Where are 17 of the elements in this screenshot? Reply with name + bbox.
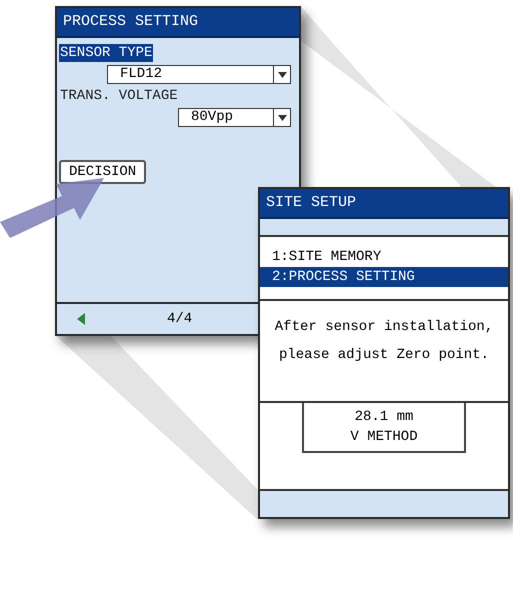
message-text: After sensor installation, bbox=[274, 318, 494, 337]
dropdown-field[interactable]: FLD12 bbox=[107, 65, 291, 84]
menu-item[interactable]: 2:PROCESS SETTING bbox=[260, 267, 508, 287]
field-label: SENSOR TYPE bbox=[59, 44, 154, 62]
message-text: please adjust Zero point. bbox=[278, 346, 490, 365]
decision-button[interactable]: DECISION bbox=[59, 160, 146, 184]
back-icon[interactable] bbox=[77, 313, 85, 325]
screen-title: PROCESS SETTING bbox=[57, 8, 299, 38]
dropdown-arrow-icon bbox=[278, 114, 286, 120]
screen-title: SITE SETUP bbox=[260, 189, 508, 219]
spacing-text: 28.1 mm bbox=[354, 408, 414, 427]
spacing-text: V METHOD bbox=[349, 428, 419, 447]
menu-item[interactable]: 1:SITE MEMORY bbox=[260, 247, 508, 267]
dropdown-arrow-icon bbox=[278, 72, 286, 78]
dropdown-field[interactable]: 80Vpp bbox=[178, 108, 291, 127]
page-indicator: 4/4 bbox=[167, 311, 192, 327]
field-label: TRANS. VOLTAGE bbox=[59, 87, 179, 105]
